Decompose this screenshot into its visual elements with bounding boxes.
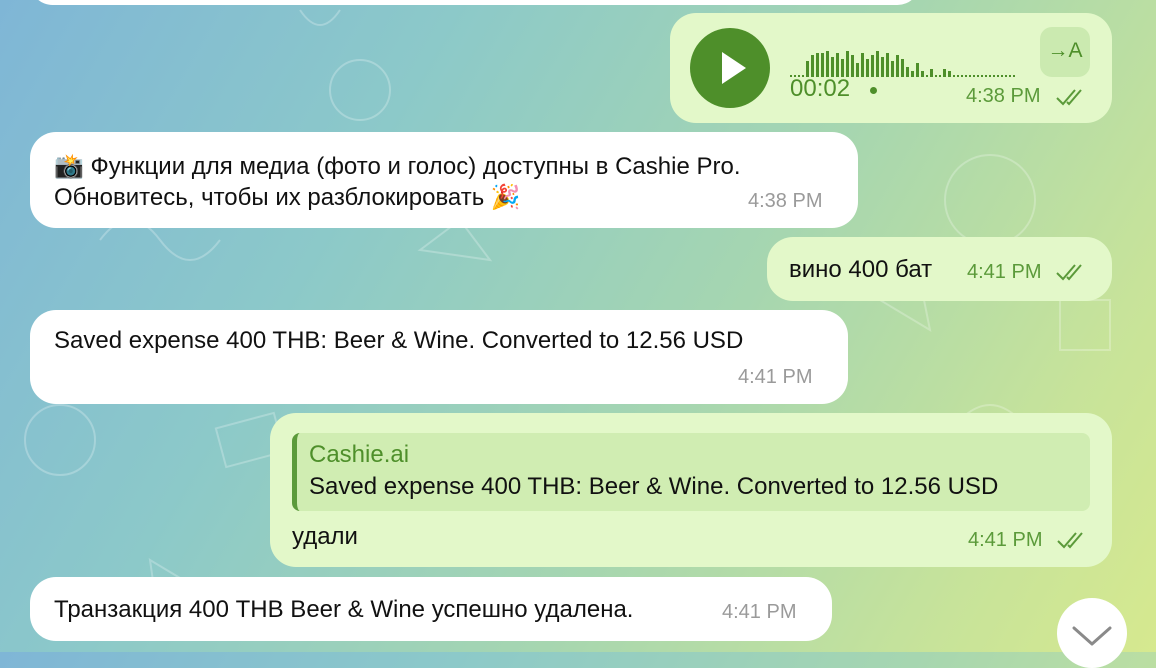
play-icon bbox=[722, 52, 746, 84]
message-time: 4:41 PM bbox=[968, 529, 1043, 551]
transcribe-button[interactable]: →A bbox=[1040, 27, 1090, 77]
play-button[interactable] bbox=[690, 28, 770, 108]
message-time: 4:38 PM bbox=[966, 85, 1041, 107]
voice-waveform bbox=[790, 51, 1015, 77]
voice-message-bubble: 00:02 →A 4:38 PM bbox=[670, 13, 1112, 123]
reply-text: Saved expense 400 THB: Beer & Wine. Conv… bbox=[309, 473, 999, 500]
message-text-line-1: 📸 Функции для медиа (фото и голос) досту… bbox=[54, 153, 741, 180]
outgoing-message-bubble: вино 400 бат 4:41 PM bbox=[767, 237, 1112, 301]
scroll-down-button[interactable] bbox=[1057, 598, 1127, 668]
message-text: Транзакция 400 THB Beer & Wine успешно у… bbox=[54, 596, 634, 623]
voice-duration: 00:02 bbox=[790, 75, 851, 102]
incoming-bubble-partial bbox=[30, 0, 920, 5]
scroll-down-icon bbox=[1072, 626, 1112, 646]
message-text: удали bbox=[292, 523, 358, 550]
reply-quote[interactable]: Cashie.ai Saved expense 400 THB: Beer & … bbox=[292, 433, 1090, 511]
incoming-message-bubble: Saved expense 400 THB: Beer & Wine. Conv… bbox=[30, 310, 848, 404]
message-text: вино 400 бат bbox=[789, 256, 933, 283]
message-time: 4:41 PM bbox=[738, 366, 813, 388]
message-text-line-2: Обновитесь, чтобы их разблокировать 🎉 bbox=[54, 184, 521, 211]
read-ticks-icon bbox=[1057, 532, 1083, 549]
read-ticks-icon bbox=[1056, 264, 1082, 281]
read-ticks-icon bbox=[1056, 89, 1082, 106]
unplayed-dot bbox=[870, 87, 877, 94]
message-time: 4:38 PM bbox=[748, 190, 823, 212]
message-time: 4:41 PM bbox=[722, 601, 797, 623]
transcribe-icon: →A bbox=[1047, 39, 1083, 62]
incoming-message-bubble: Транзакция 400 THB Beer & Wine успешно у… bbox=[30, 577, 832, 641]
outgoing-reply-bubble: Cashie.ai Saved expense 400 THB: Beer & … bbox=[270, 413, 1112, 567]
incoming-message-bubble: 📸 Функции для медиа (фото и голос) досту… bbox=[30, 132, 858, 228]
message-time: 4:41 PM bbox=[967, 261, 1042, 283]
message-text: Saved expense 400 THB: Beer & Wine. Conv… bbox=[54, 327, 744, 354]
reply-author: Cashie.ai bbox=[309, 441, 410, 468]
